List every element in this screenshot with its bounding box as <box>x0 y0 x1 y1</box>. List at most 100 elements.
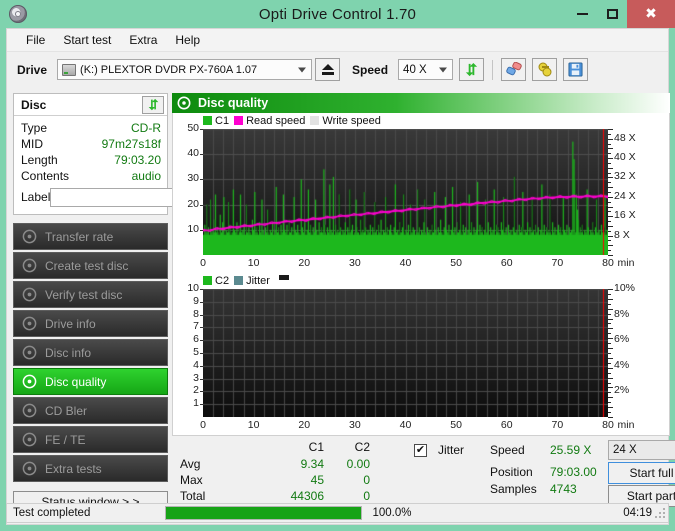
axis-tick <box>608 201 611 203</box>
axis-tick <box>608 328 613 330</box>
save-icon <box>568 62 583 77</box>
sidebar-item-drive-info[interactable]: Drive info <box>13 310 168 337</box>
axis-tick-label: 1 <box>193 397 199 410</box>
stats-max-c1: 45 <box>310 473 324 487</box>
disc-label-key: Label <box>21 190 51 204</box>
disc-icon <box>22 432 37 447</box>
axis-tick <box>608 138 613 140</box>
menu-bar: File Start test Extra Help <box>7 29 668 51</box>
sidebar-item-verify-test-disc[interactable]: Verify test disc <box>13 281 168 308</box>
axis-tick <box>608 240 611 242</box>
axis-tick-label: 4 <box>193 358 199 371</box>
jitter-checkbox[interactable]: ✔ <box>414 442 427 457</box>
axis-tick <box>608 129 613 130</box>
menu-extra[interactable]: Extra <box>120 31 166 49</box>
axis-tick-label: 16 X <box>614 209 636 222</box>
axis-tick-label: 10 <box>187 282 199 294</box>
sidebar-item-label: Transfer rate <box>45 229 114 244</box>
refresh-icon <box>148 98 158 111</box>
sidebar-item-create-test-disc[interactable]: Create test disc <box>13 252 168 279</box>
disc-row-key: Contents <box>21 169 70 183</box>
sidebar-item-cd-bler[interactable]: CD Bler <box>13 397 168 424</box>
axis-tick <box>608 412 611 414</box>
test-speed-select[interactable]: 24 X <box>608 440 675 460</box>
erase-button[interactable] <box>501 58 527 81</box>
chart2-legend: C2 Jitter <box>173 273 669 287</box>
axis-tick-label: 8 X <box>614 228 630 241</box>
axis-tick <box>608 143 611 145</box>
axis-tick <box>608 417 613 418</box>
stats-col-c1: C1 <box>308 440 324 454</box>
start-full-button[interactable]: Start full <box>608 462 675 484</box>
plug-button[interactable] <box>532 58 558 81</box>
axis-tick-label: 32 X <box>614 170 636 183</box>
disc-icon <box>22 258 37 273</box>
save-button[interactable] <box>563 58 589 81</box>
stats-avg-c1: 9.34 <box>300 457 324 471</box>
resize-grip-icon[interactable] <box>653 508 665 520</box>
menu-file[interactable]: File <box>17 31 54 49</box>
legend-swatch-icon <box>203 276 212 285</box>
axis-tick-label: 10% <box>614 282 636 294</box>
sidebar-item-extra-tests[interactable]: Extra tests <box>13 455 168 482</box>
left-panel: Disc Type CD-R MID 97m27s18f Length 79:0… <box>13 93 254 513</box>
drive-select[interactable]: (K:) PLEXTOR DVDR PX-760A 1.07 <box>57 59 313 80</box>
legend-swatch-icon <box>203 116 212 125</box>
axis-tick-label: 20 <box>187 197 199 210</box>
axis-tick <box>608 250 611 252</box>
speed-select[interactable]: 40 X <box>398 59 454 80</box>
refresh-button[interactable] <box>459 58 485 81</box>
status-text: Test completed <box>13 507 91 519</box>
sidebar-item-disc-quality[interactable]: Disc quality <box>13 368 168 395</box>
axis-tick-label: 48 X <box>614 131 636 144</box>
axis-tick <box>608 318 613 320</box>
axis-tick <box>608 225 613 227</box>
chart1-plot-area[interactable] <box>203 129 608 255</box>
axis-tick <box>608 323 611 325</box>
eject-button[interactable] <box>315 58 341 81</box>
menu-help[interactable]: Help <box>166 31 209 49</box>
axis-tick-label: 6 <box>193 333 199 346</box>
chart-c2[interactable]: 1 2 3 4 5 6 7 8 9 10 2% 4% 6% 8% 10% 0 10 20 30 40 50 60 70 8… <box>173 282 669 435</box>
axis-tick-label: 7 <box>193 320 199 333</box>
axis-tick <box>608 402 611 404</box>
chart2-plot-area[interactable] <box>203 289 608 417</box>
sidebar-item-label: Disc quality <box>45 374 107 389</box>
progress-bar <box>165 506 362 520</box>
maximize-button[interactable] <box>597 0 627 28</box>
minimize-button[interactable] <box>567 0 597 28</box>
axis-tick-label: 50 <box>450 419 462 431</box>
legend-entry-jitter: Jitter <box>234 275 270 287</box>
axis-tick <box>608 367 613 369</box>
maximize-icon <box>606 9 618 19</box>
content-title: Disc quality <box>198 96 269 110</box>
sidebar-item-transfer-rate[interactable]: Transfer rate <box>13 223 168 250</box>
axis-tick-label: 30 <box>187 172 199 185</box>
disc-info-box: Disc Type CD-R MID 97m27s18f Length 79:0… <box>13 93 254 215</box>
sidebar-item-fe-te[interactable]: FE / TE <box>13 426 168 453</box>
chart-c1[interactable]: 10 20 30 40 50 8 X 16 X 24 X 32 X 40 X 48 X 0 10 20… <box>173 122 669 273</box>
axis-tick <box>608 245 613 247</box>
axis-tick-label: 6% <box>614 333 630 346</box>
samples-label: Samples <box>490 482 537 496</box>
axis-tick-label: 70 <box>551 257 564 269</box>
close-button[interactable]: ✖ <box>627 0 675 28</box>
disc-refresh-button[interactable] <box>142 95 164 114</box>
axis-unit-label: min <box>617 419 635 431</box>
drive-label: Drive <box>17 62 48 77</box>
legend-entry-c2: C2 <box>203 275 229 287</box>
axis-tick-label: 50 <box>450 257 462 269</box>
sidebar-item-disc-info[interactable]: Disc info <box>13 339 168 366</box>
axis-tick <box>608 348 613 350</box>
axis-tick <box>608 221 611 223</box>
speed-stat-value: 25.59 X <box>550 443 592 457</box>
axis-tick-label: 10 <box>247 257 260 269</box>
nav-list: Transfer rate Create test disc Verify te… <box>13 223 168 482</box>
axis-tick-label: 40 X <box>614 151 636 164</box>
content-panel: Disc quality C1 Read speed Write speed 1… <box>172 93 675 507</box>
stats-col-c2: C2 <box>354 440 370 454</box>
menu-start-test[interactable]: Start test <box>54 31 120 49</box>
axis-tick <box>608 392 611 394</box>
legend-swatch-icon <box>310 116 320 125</box>
refresh-icon <box>465 62 478 77</box>
